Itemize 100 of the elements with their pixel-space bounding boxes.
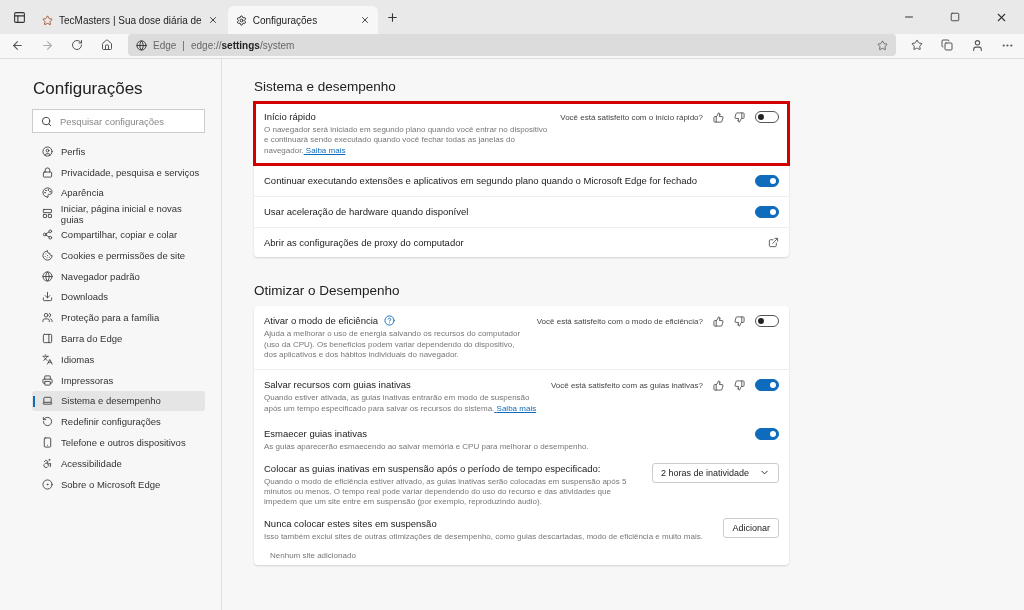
close-tab-icon[interactable]: [207, 15, 218, 25]
sidebar-label: Telefone e outros dispositivos: [61, 437, 186, 449]
setting-title: Nunca colocar estes sites em suspensão: [264, 517, 437, 529]
empty-list-note: Nenhum site adicionado: [270, 551, 357, 561]
sidebar-item[interactable]: Navegador padrão: [32, 265, 205, 287]
sidebar-label: Barra do Edge: [61, 333, 123, 345]
maximize-icon[interactable]: [950, 12, 960, 22]
sidebar-label: Navegador padrão: [61, 270, 140, 282]
tab-actions-icon[interactable]: [12, 10, 26, 24]
external-link-icon[interactable]: [768, 237, 779, 249]
sidebar-item[interactable]: Compartilhar, copiar e colar: [32, 224, 205, 245]
browser-label: Edge: [153, 39, 177, 51]
menu-item-icon: [42, 395, 53, 407]
sidebar-label: Privacidade, pesquisa e serviços: [61, 166, 200, 178]
section-title: Otimizar o Desempenho: [254, 283, 401, 299]
setting-description: O navegador será iniciado em segundo plano quando você entrar no dispositivo e continuará sendo executado quando você fechar todas as janelas do navegador. Saiba mais: [264, 125, 549, 157]
toggle-switch[interactable]: [755, 315, 779, 328]
setting-title: Esmaecer guias inativas: [264, 428, 367, 440]
sidebar-item[interactable]: Perfis: [32, 141, 205, 162]
thumbs-down-icon[interactable]: [734, 315, 745, 327]
sidebar-item[interactable]: Sobre o Microsoft Edge: [32, 473, 205, 495]
thumbs-down-icon[interactable]: [734, 379, 745, 391]
menu-item-icon: [42, 416, 53, 428]
sidebar-label: Sobre o Microsoft Edge: [61, 478, 161, 490]
add-button[interactable]: Adicionar: [723, 517, 779, 538]
menu-item-icon: [42, 249, 53, 261]
back-arrow-icon[interactable]: [10, 38, 24, 52]
sidebar-item[interactable]: Cookies e permissões de site: [32, 245, 205, 266]
sidebar-item[interactable]: Downloads: [32, 286, 205, 308]
sidebar-item[interactable]: Proteção para a família: [32, 307, 205, 329]
favicon-icon: [42, 14, 53, 26]
sidebar-label: Sistema e desempenho: [61, 395, 161, 407]
browser-tab[interactable]: Configurações: [227, 6, 378, 34]
toggle-switch[interactable]: [755, 206, 779, 219]
thumbs-down-icon[interactable]: [734, 111, 745, 123]
setting-title: Ativar o modo de eficiência: [264, 315, 379, 327]
menu-item-icon: [42, 291, 53, 303]
setting-description: As guias aparecerão esmaecendo ao salvar memória e CPU para melhorar o desempenho.: [264, 442, 590, 453]
sidebar-item[interactable]: Idiomas: [32, 348, 205, 370]
menu-item-icon: [42, 437, 53, 449]
sidebar-label: Idiomas: [61, 353, 95, 365]
menu-item-icon: [42, 374, 53, 386]
close-tab-icon[interactable]: [359, 15, 370, 25]
setting-description: Ajuda a melhorar o uso de energia salvando os recursos do computador (uso da CPU). Os benefícios podem variar dependendo do dispositivo, dos aplicativos e dos hábitos individuais do navegador.: [264, 329, 522, 361]
sidebar-label: Compartilhar, copiar e colar: [61, 229, 178, 241]
sidebar-item[interactable]: Privacidade, pesquisa e serviços: [32, 161, 205, 183]
settings-icon: [235, 14, 247, 26]
sidebar-item[interactable]: Iniciar, página inicial e novas guias: [32, 203, 205, 225]
reload-icon[interactable]: [71, 39, 83, 51]
menu-item-icon: [42, 166, 53, 178]
feedback-question: Você está satisfeito com as guias inativas?: [550, 380, 703, 390]
sidebar-item[interactable]: Barra do Edge: [32, 328, 205, 349]
collections-icon[interactable]: [941, 39, 953, 51]
sidebar-item[interactable]: Acessibilidade: [32, 452, 205, 474]
toggle-switch[interactable]: [755, 175, 779, 188]
new-tab-icon[interactable]: [386, 10, 400, 24]
sidebar-item[interactable]: Aparência: [32, 182, 205, 204]
sidebar-item[interactable]: Redefinir configurações: [32, 411, 205, 433]
learn-more-link[interactable]: Saiba mais: [494, 403, 537, 413]
menu-item-icon: [42, 333, 53, 345]
setting-title: Continuar executando extensões e aplicativos em segundo plano quando o Microsoft Edge for fechado: [264, 175, 698, 187]
toggle-switch[interactable]: [755, 379, 779, 392]
sidebar-label: Redefinir configurações: [61, 416, 161, 428]
sidebar-item[interactable]: Telefone e outros dispositivos: [32, 432, 205, 453]
sidebar-label: Impressoras: [61, 374, 114, 386]
setting-description: Quando o modo de eficiência estiver ativado, as guias inativas serão colocadas em suspensão após 5 minutos ou menos. O tempo real pode variar dependendo do uso do recurso e das atividades que impedem que um site entre em suspensão (por exemplo, reproduzindo áudio).: [264, 476, 628, 508]
browser-tab[interactable]: TecMasters | Sua dose diária de: [34, 6, 226, 34]
sidebar-item[interactable]: Impressoras: [32, 369, 205, 391]
toggle-switch[interactable]: [755, 111, 779, 123]
favorites-star-icon[interactable]: [911, 39, 923, 51]
thumbs-up-icon[interactable]: [713, 379, 724, 391]
profile-icon[interactable]: [970, 38, 984, 52]
sidebar-label: Perfis: [61, 145, 86, 157]
setting-title: Salvar recursos com guias inativas: [264, 379, 411, 391]
search-icon: [41, 115, 52, 127]
sidebar-item[interactable]: Sistema e desempenho: [32, 390, 205, 412]
setting-title: Colocar as guias inativas em suspensão após o período de tempo especificado:: [264, 462, 601, 474]
favorite-star-icon[interactable]: [877, 39, 888, 51]
home-icon[interactable]: [101, 39, 113, 51]
help-icon[interactable]: [384, 315, 396, 327]
thumbs-up-icon[interactable]: [713, 111, 724, 123]
thumbs-up-icon[interactable]: [713, 315, 724, 327]
sidebar-label: Cookies e permissões de site: [61, 249, 186, 261]
setting-title: Usar aceleração de hardware quando disponível: [264, 206, 469, 218]
address-bar[interactable]: Edge | edge://settings/system: [128, 34, 896, 56]
search-field[interactable]: Pesquisar configurações: [32, 109, 205, 133]
sidebar-label: Iniciar, página inicial e novas guias: [60, 202, 183, 225]
sidebar-label: Acessibilidade: [61, 457, 122, 469]
learn-more-link[interactable]: Saiba mais: [303, 145, 346, 155]
setting-title: Início rápido: [264, 111, 316, 122]
menu-item-icon: [42, 478, 53, 490]
menu-item-icon: [42, 229, 53, 241]
menu-item-icon: [42, 208, 53, 220]
sidebar-title: Configurações: [33, 79, 144, 99]
sidebar-label: Downloads: [61, 291, 108, 303]
section-title: Sistema e desempenho: [254, 79, 397, 94]
timeout-dropdown[interactable]: 2 horas de inatividade: [651, 462, 779, 483]
globe-icon: [136, 39, 147, 51]
toggle-switch[interactable]: [755, 428, 779, 441]
sidebar-label: Aparência: [61, 187, 104, 199]
